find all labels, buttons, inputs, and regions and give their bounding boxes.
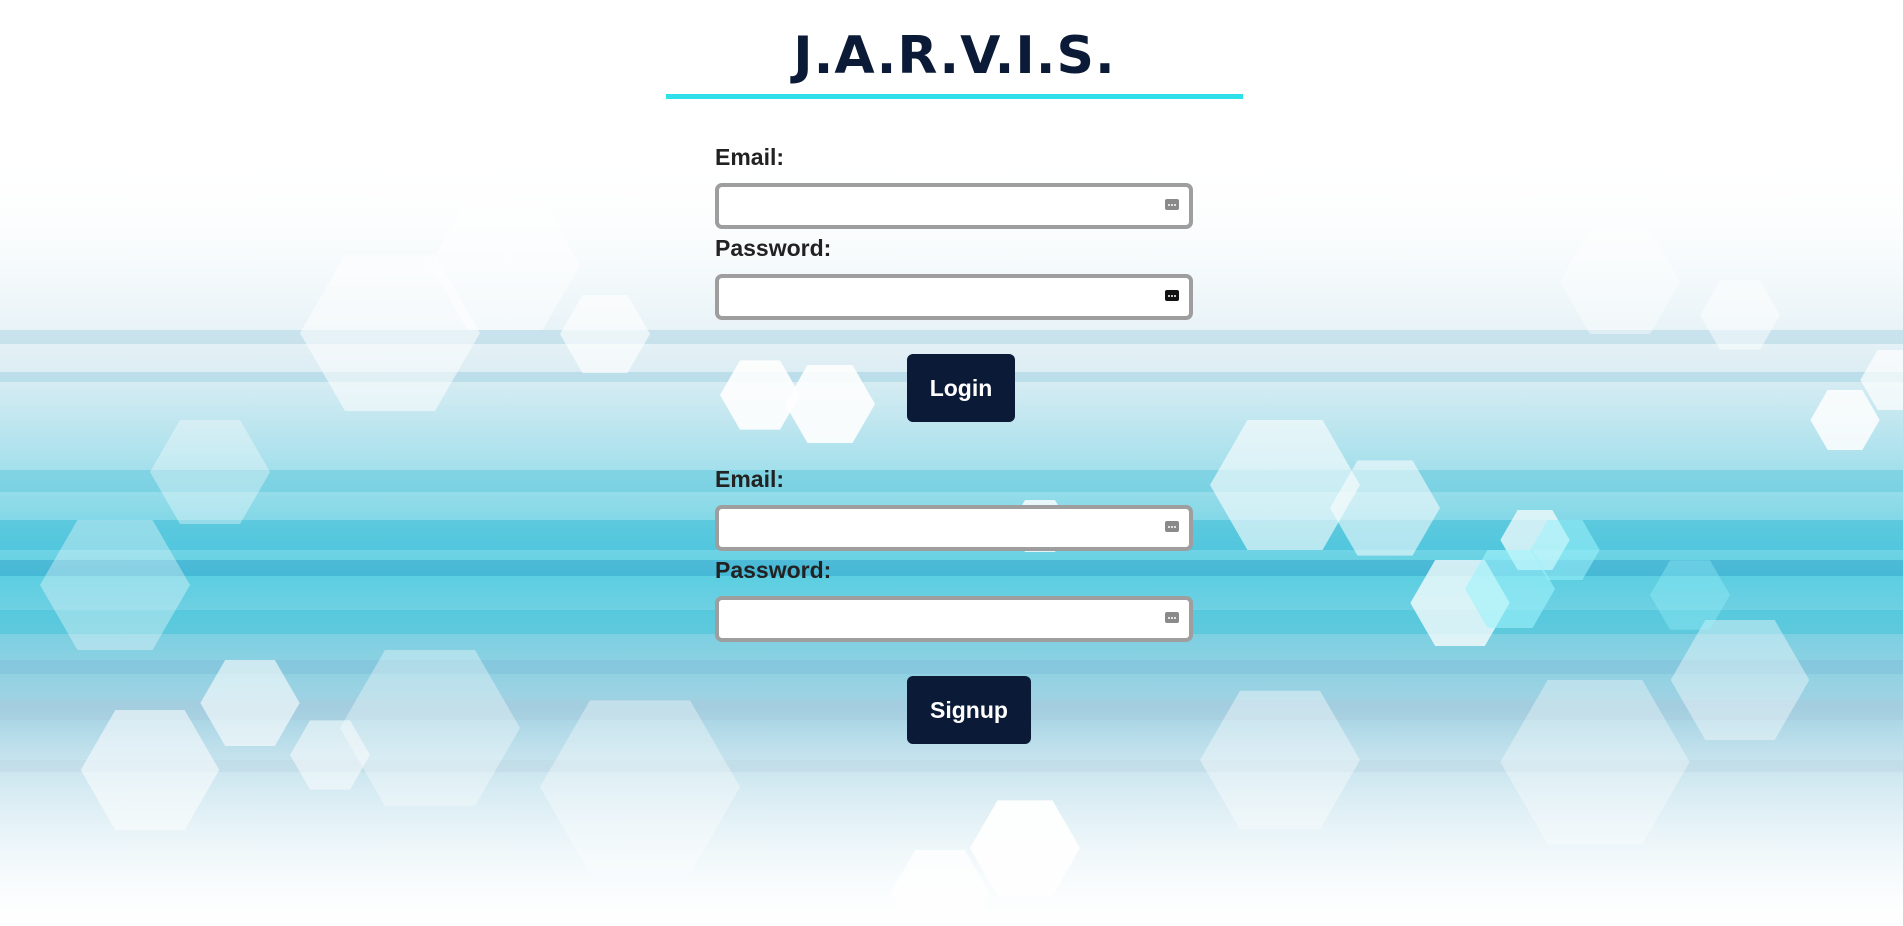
password-manager-key-icon[interactable] — [1165, 199, 1179, 210]
login-email-input[interactable] — [715, 183, 1193, 229]
signup-email-field-wrapper — [715, 505, 1193, 551]
page: J.A.R.V.I.S. Email: Password: Login Emai… — [0, 0, 1903, 926]
password-manager-key-icon[interactable] — [1165, 612, 1179, 623]
hexagon-background-image — [0, 0, 1903, 926]
signup-email-input[interactable] — [715, 505, 1193, 551]
signup-form: Email: Password: — [715, 465, 1195, 647]
signup-password-label: Password: — [715, 557, 832, 583]
login-password-input[interactable] — [715, 274, 1193, 320]
app-title: J.A.R.V.I.S. — [793, 26, 1116, 86]
page-header: J.A.R.V.I.S. — [666, 22, 1243, 90]
login-button[interactable]: Login — [907, 354, 1015, 422]
signup-button[interactable]: Signup — [907, 676, 1031, 744]
signup-password-input[interactable] — [715, 596, 1193, 642]
login-email-field-wrapper — [715, 183, 1193, 229]
signup-email-label: Email: — [715, 466, 785, 492]
login-email-label: Email: — [715, 144, 785, 170]
login-password-label: Password: — [715, 235, 832, 261]
password-manager-key-icon[interactable] — [1165, 521, 1179, 532]
title-underline — [666, 94, 1243, 99]
login-form: Email: Password: — [715, 143, 1195, 325]
login-password-field-wrapper — [715, 274, 1193, 320]
signup-password-field-wrapper — [715, 596, 1193, 642]
password-manager-key-icon[interactable] — [1165, 290, 1179, 301]
